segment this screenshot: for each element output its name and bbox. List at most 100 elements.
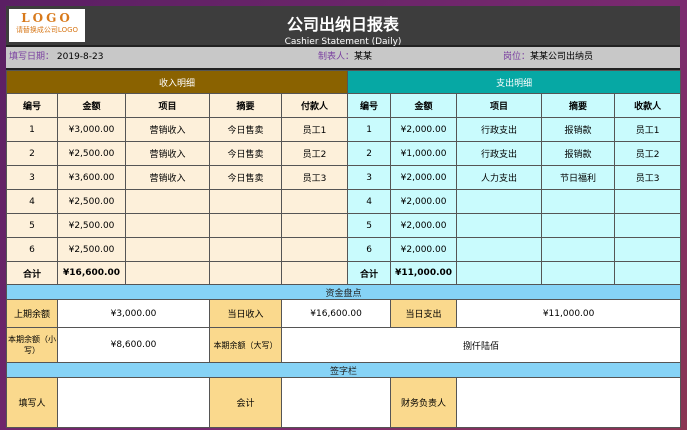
table-row: 5 ¥2,500.00 5 ¥2,000.00 (6, 213, 682, 238)
expense-header: 编号 (347, 93, 392, 118)
table-row: 4 ¥2,500.00 4 ¥2,000.00 (6, 189, 682, 214)
income-cell[interactable] (209, 237, 282, 262)
table-row: 3 ¥3,600.00 营销收入 今日售卖 员工3 3 ¥2,000.00 人力支出 节日福利员… (6, 165, 682, 190)
income-cell[interactable] (280, 189, 349, 214)
income-cell[interactable]: 3 (6, 165, 58, 190)
income-cell[interactable]: 5 (6, 213, 58, 238)
income-cell[interactable] (125, 213, 210, 238)
income-cell[interactable]: ¥3,000.00 (57, 117, 126, 142)
income-cell[interactable]: 营销收入 (125, 165, 210, 190)
income-cell[interactable]: 员工2 (280, 141, 349, 166)
expense-cell[interactable]: ¥2,000.00 (390, 237, 458, 262)
expense-cell[interactable] (614, 189, 682, 214)
balance-big[interactable]: 捌仟陆佰 (280, 327, 682, 363)
income-cell[interactable] (280, 213, 349, 238)
income-cell[interactable]: 员工3 (280, 165, 349, 190)
expense-cell[interactable]: ¥2,000.00 (390, 189, 458, 214)
expense-cell[interactable]: 行政支出 (456, 141, 543, 166)
expense-cell[interactable] (456, 189, 543, 214)
income-header: 项目 (125, 93, 210, 118)
income-cell[interactable]: ¥3,600.00 (57, 165, 126, 190)
income-cell[interactable] (209, 213, 282, 238)
table-row: 6 ¥2,500.00 6 ¥2,000.00 (6, 237, 682, 262)
day-income[interactable]: ¥16,600.00 (280, 299, 392, 328)
table-row: 1 ¥3,000.00 营销收入 今日售卖 员工1 1 ¥2,000.00 行政支出 报销款 员工… (6, 117, 682, 142)
income-header: 摘要 (209, 93, 282, 118)
maker-value[interactable]: 某某 (354, 52, 372, 62)
sign-section-title: 签字栏 (5, 362, 682, 378)
income-cell[interactable]: 营销收入 (125, 141, 210, 166)
expense-cell[interactable]: 员工2 (614, 141, 682, 166)
expense-cell[interactable]: 4 (347, 189, 392, 214)
income-cell[interactable]: ¥2,500.00 (57, 237, 126, 262)
expense-cell[interactable]: 员工1 (614, 117, 682, 142)
income-cell[interactable]: 营销收入 (125, 117, 210, 142)
expense-cell[interactable]: 1 (347, 117, 392, 142)
expense-cell[interactable]: 报销款 (541, 141, 616, 166)
expense-cell[interactable]: ¥2,000.00 (390, 213, 458, 238)
accountant-signature[interactable] (280, 377, 392, 428)
expense-cell[interactable]: 5 (347, 213, 392, 238)
income-cell[interactable]: 1 (6, 117, 58, 142)
expense-cell[interactable]: 员工3 (614, 165, 682, 190)
balance-small[interactable]: ¥8,600.00 (57, 327, 210, 363)
expense-cell[interactable] (541, 237, 616, 262)
income-cell[interactable]: 今日售卖 (209, 141, 282, 166)
income-cell[interactable]: 4 (6, 189, 58, 214)
info-bar: 填写日期： 2019-8-23 制表人：某某 岗位：某某公司出纳员 (6, 47, 680, 68)
income-cell[interactable] (209, 189, 282, 214)
post-value[interactable]: 某某公司出纳员 (530, 52, 593, 62)
expense-cell[interactable]: 节日福利 (541, 165, 616, 190)
expense-cell[interactable]: 人力支出 (456, 165, 543, 190)
prev-balance[interactable]: ¥3,000.00 (57, 299, 210, 328)
expense-cell[interactable] (456, 213, 543, 238)
day-expense[interactable]: ¥11,000.00 (456, 299, 682, 328)
expense-header: 金额 (390, 93, 458, 118)
fund-section-title: 资金盘点 (5, 284, 682, 300)
header: LOGO 请替换成公司LOGO 公司出纳日报表 Cashier Statement… (6, 6, 680, 47)
expense-cell[interactable] (541, 213, 616, 238)
expense-section-title: 支出明细 (347, 70, 682, 94)
report-table: 收入明细 支出明细 编号 金额 项目 摘要 付款人 编号 金额 项目 摘要 收款人 1 ¥3,000.… (5, 70, 682, 428)
income-cell[interactable] (280, 237, 349, 262)
income-header: 金额 (57, 93, 126, 118)
income-cell[interactable]: ¥2,500.00 (57, 141, 126, 166)
expense-total: ¥11,000.00 (390, 261, 458, 285)
expense-cell[interactable]: 3 (347, 165, 392, 190)
income-header: 编号 (6, 93, 58, 118)
expense-header: 收款人 (614, 93, 682, 118)
expense-cell[interactable]: ¥1,000.00 (390, 141, 458, 166)
logo: LOGO 请替换成公司LOGO (9, 9, 85, 42)
filler-signature[interactable] (57, 377, 210, 428)
income-total: ¥16,600.00 (57, 261, 126, 285)
table-row: 2 ¥2,500.00 营销收入 今日售卖 员工2 2 ¥1,000.00 行政支出 报销款 员工… (6, 141, 682, 166)
expense-cell[interactable] (614, 237, 682, 262)
expense-header: 摘要 (541, 93, 616, 118)
expense-cell[interactable] (614, 213, 682, 238)
expense-cell[interactable] (541, 189, 616, 214)
expense-cell[interactable]: 报销款 (541, 117, 616, 142)
expense-cell[interactable]: ¥2,000.00 (390, 165, 458, 190)
expense-header: 项目 (456, 93, 543, 118)
income-section-title: 收入明细 (5, 70, 349, 94)
expense-cell[interactable]: 6 (347, 237, 392, 262)
cashier-report: LOGO 请替换成公司LOGO 公司出纳日报表 Cashier Statement… (5, 6, 682, 428)
income-cell[interactable]: 2 (6, 141, 58, 166)
expense-cell[interactable]: 2 (347, 141, 392, 166)
income-cell[interactable]: 今日售卖 (209, 117, 282, 142)
page-subtitle: Cashier Statement (Daily) (284, 37, 402, 47)
date-value[interactable]: 2019-8-23 (57, 52, 104, 62)
expense-cell[interactable] (456, 237, 543, 262)
income-cell[interactable] (125, 237, 210, 262)
income-cell[interactable] (125, 189, 210, 214)
income-header: 付款人 (280, 93, 349, 118)
income-cell[interactable]: 6 (6, 237, 58, 262)
income-cell[interactable]: 今日售卖 (209, 165, 282, 190)
page-title: 公司出纳日报表 (286, 15, 399, 34)
income-cell[interactable]: ¥2,500.00 (57, 189, 126, 214)
expense-cell[interactable]: 行政支出 (456, 117, 543, 142)
income-cell[interactable]: 员工1 (280, 117, 349, 142)
manager-signature[interactable] (456, 377, 682, 428)
expense-cell[interactable]: ¥2,000.00 (390, 117, 458, 142)
income-cell[interactable]: ¥2,500.00 (57, 213, 126, 238)
